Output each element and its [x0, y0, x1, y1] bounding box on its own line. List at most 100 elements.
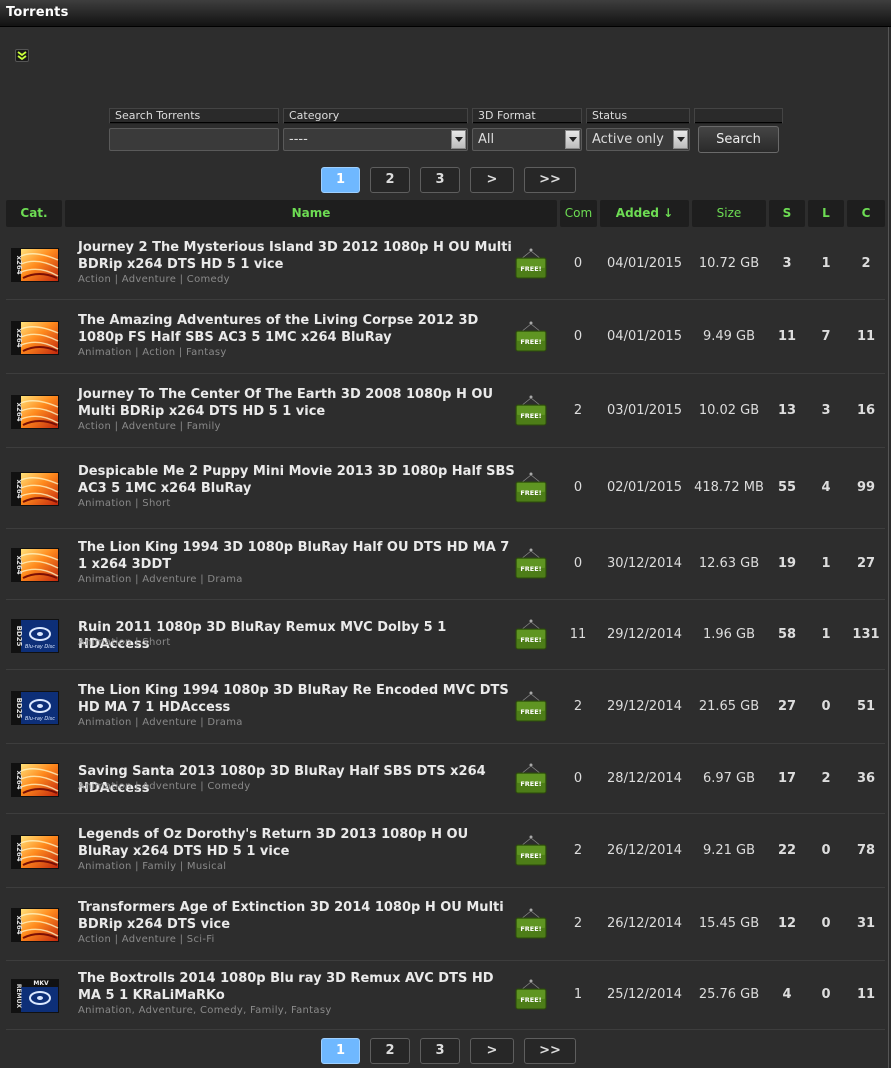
completed-count[interactable]: 16 [847, 403, 885, 418]
seeders-count[interactable]: 17 [769, 771, 805, 786]
torrent-name-link[interactable]: The Lion King 1994 3D 1080p BluRay Half … [78, 539, 518, 573]
completed-count[interactable]: 11 [847, 329, 885, 344]
leechers-count[interactable]: 1 [808, 256, 844, 271]
torrent-name-link[interactable]: The Lion King 1994 1080p 3D BluRay Re En… [78, 682, 518, 716]
last-page-button[interactable]: >> [524, 1038, 576, 1064]
torrent-size: 12.63 GB [698, 556, 760, 571]
completed-count[interactable]: 131 [847, 627, 885, 642]
category-bd25-icon[interactable]: Blu-ray Disc BD25 [11, 618, 59, 653]
completed-count[interactable]: 36 [847, 771, 885, 786]
column-header-added[interactable]: Added ↓ [600, 200, 689, 227]
seeders-count[interactable]: 27 [769, 699, 805, 714]
completed-count[interactable]: 31 [847, 916, 885, 931]
category-x264-icon[interactable]: x264 [11, 908, 59, 942]
seeders-count[interactable]: 12 [769, 916, 805, 931]
completed-count[interactable]: 11 [847, 987, 885, 1002]
comments-count[interactable]: 0 [561, 556, 595, 571]
leechers-count[interactable]: 1 [808, 627, 844, 642]
status-select[interactable]: Active only [586, 128, 690, 151]
seeders-count[interactable]: 3 [769, 256, 805, 271]
category-x264-icon[interactable]: x264 [11, 472, 59, 506]
column-header-completed[interactable]: C [847, 200, 885, 227]
comments-count[interactable]: 2 [561, 699, 595, 714]
category-bd25-icon[interactable]: Blu-ray Disc BD25 [11, 690, 59, 725]
comments-count[interactable]: 0 [561, 771, 595, 786]
completed-count[interactable]: 78 [847, 843, 885, 858]
leechers-count[interactable]: 0 [808, 699, 844, 714]
page-1-button[interactable]: 1 [321, 167, 360, 193]
table-row: x264 The Lion King 1994 3D 1080p BluRay … [6, 530, 885, 600]
torrent-name-link[interactable]: Journey To The Center Of The Earth 3D 20… [78, 386, 518, 420]
comments-count[interactable]: 2 [561, 916, 595, 931]
search-button[interactable]: Search [698, 126, 779, 153]
torrent-genres: Animation | Adventure | Drama [78, 716, 243, 728]
3d-format-select[interactable]: All [472, 128, 582, 151]
leechers-count[interactable]: 2 [808, 771, 844, 786]
collapse-toggle-button[interactable] [15, 49, 29, 62]
comments-count[interactable]: 2 [561, 843, 595, 858]
torrent-genres: Animation | Short [78, 636, 171, 648]
comments-count[interactable]: 0 [561, 329, 595, 344]
svg-text:x264: x264 [15, 842, 23, 861]
torrent-name-link[interactable]: Journey 2 The Mysterious Island 3D 2012 … [78, 239, 518, 273]
next-page-button[interactable]: > [470, 1038, 514, 1064]
column-header-category[interactable]: Cat. [6, 200, 62, 227]
completed-count[interactable]: 2 [847, 256, 885, 271]
svg-text:x264: x264 [15, 328, 23, 347]
category-x264-icon[interactable]: x264 [11, 394, 59, 429]
leechers-count[interactable]: 3 [808, 403, 844, 418]
comments-count[interactable]: 11 [561, 627, 595, 642]
column-header-name[interactable]: Name [65, 200, 557, 227]
seeders-count[interactable]: 4 [769, 987, 805, 1002]
leechers-count[interactable]: 0 [808, 987, 844, 1002]
comments-count[interactable]: 2 [561, 403, 595, 418]
search-form: Search Torrents Category 3D Format Statu… [0, 108, 891, 158]
page-3-button[interactable]: 3 [420, 167, 460, 193]
leechers-count[interactable]: 0 [808, 843, 844, 858]
seeders-count[interactable]: 19 [769, 556, 805, 571]
completed-count[interactable]: 51 [847, 699, 885, 714]
seeders-count[interactable]: 58 [769, 627, 805, 642]
page-3-button[interactable]: 3 [420, 1038, 460, 1064]
seeders-count[interactable]: 22 [769, 843, 805, 858]
category-x264-icon[interactable]: x264 [11, 548, 59, 582]
column-header-leechers[interactable]: L [808, 200, 844, 227]
comments-count[interactable]: 0 [561, 480, 595, 495]
category-x264-icon[interactable]: x264 [11, 248, 59, 282]
seeders-count[interactable]: 55 [769, 480, 805, 495]
column-header-size[interactable]: Size [692, 200, 766, 227]
added-date: 28/12/2014 [607, 770, 682, 786]
page-2-button[interactable]: 2 [370, 1038, 410, 1064]
svg-text:x264: x264 [15, 555, 23, 574]
category-select[interactable]: ---- [283, 128, 468, 151]
category-x264-icon[interactable]: x264 [11, 834, 59, 869]
seeders-count[interactable]: 11 [769, 329, 805, 344]
comments-count[interactable]: 1 [561, 987, 595, 1002]
leechers-count[interactable]: 7 [808, 329, 844, 344]
torrent-size: 10.72 GB [698, 256, 760, 271]
torrent-name-link[interactable]: The Amazing Adventures of the Living Cor… [78, 312, 518, 346]
leechers-count[interactable]: 1 [808, 556, 844, 571]
column-header-comments[interactable]: Com [560, 200, 597, 227]
completed-count[interactable]: 27 [847, 556, 885, 571]
free-tag-icon: FREE! [514, 762, 548, 793]
torrent-name-link[interactable]: Despicable Me 2 Puppy Mini Movie 2013 3D… [78, 463, 518, 497]
svg-text:BD25: BD25 [15, 625, 23, 646]
torrent-name-link[interactable]: Legends of Oz Dorothy's Return 3D 2013 1… [78, 826, 518, 860]
next-page-button[interactable]: > [470, 167, 514, 193]
comments-count[interactable]: 0 [561, 256, 595, 271]
category-x264-icon[interactable]: x264 [11, 762, 59, 797]
category-x264-icon[interactable]: x264 [11, 320, 59, 355]
completed-count[interactable]: 99 [847, 480, 885, 495]
search-input[interactable] [109, 128, 279, 151]
leechers-count[interactable]: 4 [808, 480, 844, 495]
torrent-name-link[interactable]: Transformers Age of Extinction 3D 2014 1… [78, 899, 518, 933]
leechers-count[interactable]: 0 [808, 916, 844, 931]
page-1-button[interactable]: 1 [321, 1038, 360, 1064]
page-2-button[interactable]: 2 [370, 167, 410, 193]
column-header-seeders[interactable]: S [769, 200, 805, 227]
torrent-name-link[interactable]: The Boxtrolls 2014 1080p Blu ray 3D Remu… [78, 970, 518, 1004]
last-page-button[interactable]: >> [524, 167, 576, 193]
seeders-count[interactable]: 13 [769, 403, 805, 418]
category-remux-icon[interactable]: MKV REMUX [11, 979, 59, 1013]
